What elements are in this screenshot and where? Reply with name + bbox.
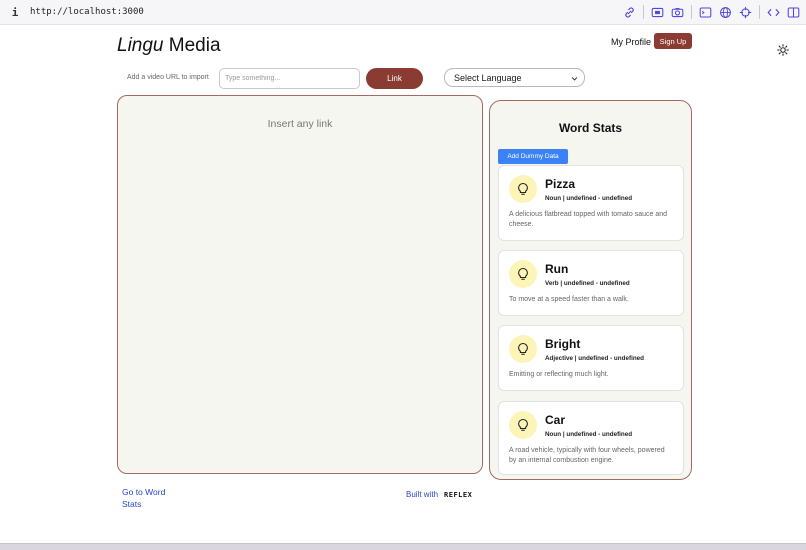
word-card[interactable]: Pizza Noun | undefined - undefined A del… bbox=[498, 165, 684, 241]
code-icon[interactable] bbox=[767, 6, 780, 19]
word-card[interactable]: Car Noun | undefined - undefined A road … bbox=[498, 401, 684, 475]
sign-up-button[interactable]: Sign Up bbox=[654, 33, 692, 49]
word-definition: Emitting or reflecting much light. bbox=[509, 371, 609, 378]
word-title: Car bbox=[545, 413, 566, 427]
word-meta: Verb | undefined - undefined bbox=[545, 280, 630, 287]
my-profile-link[interactable]: My Profile bbox=[611, 37, 651, 47]
link-button[interactable]: Link bbox=[366, 68, 423, 89]
video-url-input[interactable] bbox=[219, 68, 360, 89]
word-card[interactable]: Bright Adjective | undefined - undefined… bbox=[498, 325, 684, 391]
word-stats-panel: Word Stats Add Dummy Data Pizza Noun | u… bbox=[489, 100, 692, 480]
chevron-down-icon bbox=[571, 74, 578, 81]
word-definition: To move at a speed faster than a walk. bbox=[509, 296, 629, 303]
toolbar-separator bbox=[643, 5, 644, 19]
browser-toolbar: i http://localhost:3000 bbox=[0, 0, 806, 25]
word-meta: Noun | undefined - undefined bbox=[545, 431, 633, 438]
lightbulb-icon bbox=[509, 260, 537, 288]
window-bottom-edge bbox=[0, 543, 806, 550]
address-bar[interactable]: http://localhost:3000 bbox=[30, 7, 144, 17]
link-panel: Insert any link bbox=[117, 95, 483, 474]
toolbar-separator bbox=[759, 5, 760, 19]
word-title: Run bbox=[545, 262, 569, 276]
word-stats-title: Word Stats bbox=[558, 121, 623, 135]
word-definition: A delicious flatbread topped with tomato… bbox=[509, 211, 667, 228]
reflex-logo: REFLEX bbox=[444, 490, 473, 499]
word-title: Pizza bbox=[545, 177, 576, 191]
link-panel-hint: Insert any link bbox=[267, 118, 333, 130]
crosshair-icon[interactable] bbox=[739, 6, 752, 19]
word-meta: Adjective | undefined - undefined bbox=[545, 355, 645, 362]
camera-icon[interactable] bbox=[671, 6, 684, 19]
word-definition: A road vehicle, typically with four whee… bbox=[509, 447, 665, 464]
import-label: Add a video URL to import bbox=[127, 74, 209, 81]
link-icon[interactable] bbox=[623, 6, 636, 19]
word-meta: Noun | undefined - undefined bbox=[545, 195, 633, 202]
sidebar-icon[interactable] bbox=[787, 6, 800, 19]
browser-tools bbox=[623, 5, 800, 19]
add-dummy-data-button[interactable]: Add Dummy Data bbox=[498, 149, 568, 164]
go-to-word-stats-link[interactable]: Go to Word Stats bbox=[122, 486, 182, 510]
info-icon[interactable]: i bbox=[0, 6, 30, 19]
language-select[interactable]: Select Language bbox=[444, 68, 585, 87]
lightbulb-icon bbox=[509, 335, 537, 363]
screen-capture-icon[interactable] bbox=[651, 6, 664, 19]
lightbulb-icon bbox=[509, 411, 537, 439]
sun-icon[interactable] bbox=[777, 43, 789, 56]
app-logo[interactable]: Lingu Media bbox=[117, 35, 221, 57]
terminal-icon[interactable] bbox=[699, 6, 712, 19]
toolbar-separator bbox=[691, 5, 692, 19]
built-with-label: Built with bbox=[406, 490, 439, 499]
word-card[interactable]: Run Verb | undefined - undefined To move… bbox=[498, 250, 684, 316]
logo-rest: Media bbox=[163, 35, 221, 56]
page: Lingu Media My Profile Sign Up Add a vid… bbox=[0, 25, 806, 543]
lightbulb-icon bbox=[509, 175, 537, 203]
built-with-badge[interactable]: Built with REFLEX bbox=[406, 490, 472, 499]
language-select-value: Select Language bbox=[454, 72, 522, 83]
logo-italic: Lingu bbox=[117, 35, 164, 56]
globe-icon[interactable] bbox=[719, 6, 732, 19]
word-title: Bright bbox=[545, 337, 581, 351]
